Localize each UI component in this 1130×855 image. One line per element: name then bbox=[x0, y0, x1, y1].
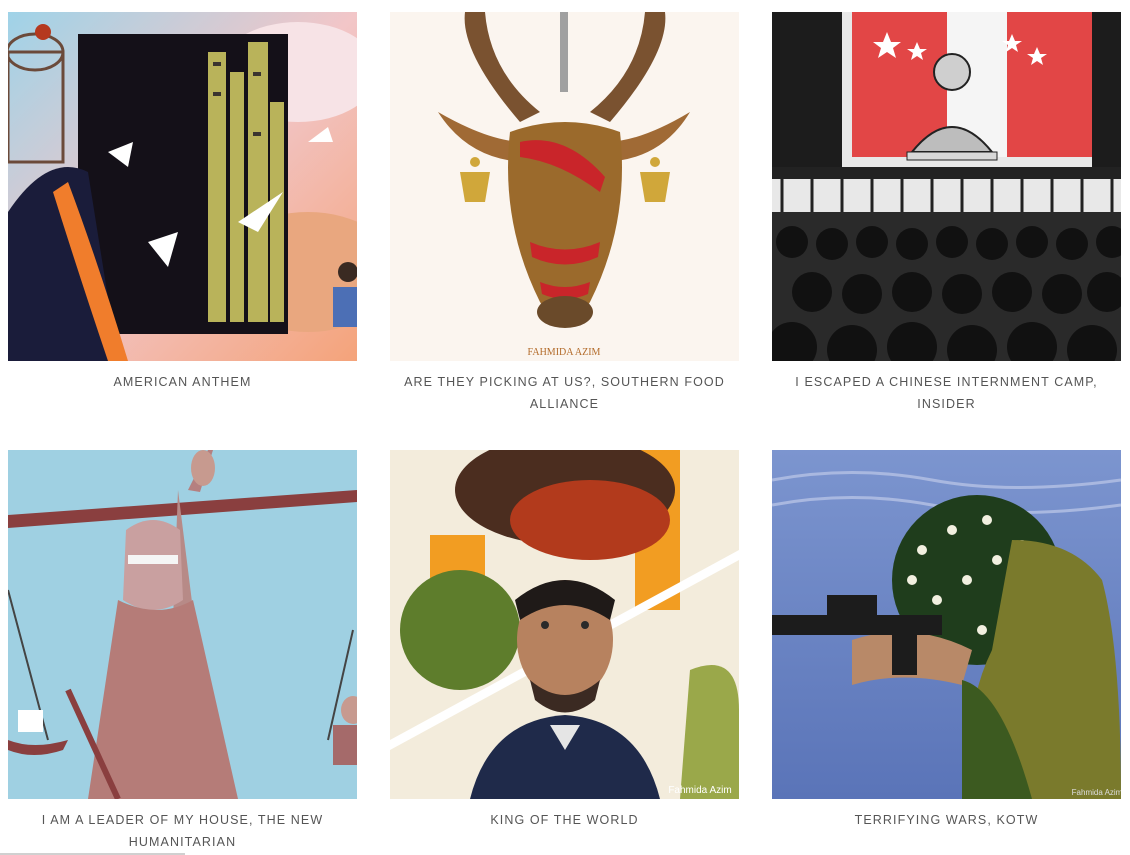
split-portrait-illustration: Fahmida Azim bbox=[390, 450, 739, 799]
artwork-title-link[interactable]: AMERICAN ANTHEM bbox=[113, 375, 251, 389]
artwork-caption[interactable]: I AM A LEADER OF MY HOUSE, THE NEW HUMAN… bbox=[8, 809, 357, 853]
artwork-thumbnail-blindfolded-woman[interactable] bbox=[8, 450, 357, 799]
artwork-thumbnail-terrifying-wars[interactable]: Fahmida Azim bbox=[772, 450, 1121, 799]
goat-head-illustration: FAHMIDA AZIM bbox=[390, 12, 739, 361]
blindfolded-woman-scale-illustration bbox=[8, 450, 357, 799]
artist-signature: Fahmida Azim bbox=[1072, 788, 1121, 797]
artwork-thumbnail-king-of-the-world[interactable]: Fahmida Azim bbox=[390, 450, 739, 799]
artwork-title-link[interactable]: I AM A LEADER OF MY HOUSE, THE NEW HUMAN… bbox=[42, 813, 323, 849]
artwork-title-link[interactable]: KING OF THE WORLD bbox=[490, 813, 638, 827]
artwork-caption[interactable]: KING OF THE WORLD bbox=[390, 809, 739, 831]
artwork-title-link[interactable]: TERRIFYING WARS, KOTW bbox=[855, 813, 1039, 827]
artwork-title-link[interactable]: ARE THEY PICKING AT US?, SOUTHERN FOOD A… bbox=[404, 375, 725, 411]
artwork-thumbnail-goat-head[interactable]: FAHMIDA AZIM bbox=[390, 12, 739, 361]
artist-signature: FAHMIDA AZIM bbox=[528, 347, 601, 358]
artwork-caption[interactable]: I ESCAPED A CHINESE INTERNMENT CAMP, INS… bbox=[772, 371, 1121, 415]
artwork-title-link[interactable]: I ESCAPED A CHINESE INTERNMENT CAMP, INS… bbox=[795, 375, 1097, 411]
artwork-thumbnail-american-anthem[interactable] bbox=[8, 12, 357, 361]
flower-soldier-illustration: Fahmida Azim bbox=[772, 450, 1121, 799]
american-anthem-illustration bbox=[8, 12, 357, 361]
artwork-caption[interactable]: TERRIFYING WARS, KOTW bbox=[772, 809, 1121, 831]
artwork-caption[interactable]: AMERICAN ANTHEM bbox=[8, 371, 357, 393]
artwork-caption[interactable]: ARE THEY PICKING AT US?, SOUTHERN FOOD A… bbox=[390, 371, 739, 415]
artist-signature: Fahmida Azim bbox=[668, 785, 731, 796]
internment-camp-illustration bbox=[772, 12, 1121, 361]
artwork-thumbnail-internment-camp[interactable] bbox=[772, 12, 1121, 361]
